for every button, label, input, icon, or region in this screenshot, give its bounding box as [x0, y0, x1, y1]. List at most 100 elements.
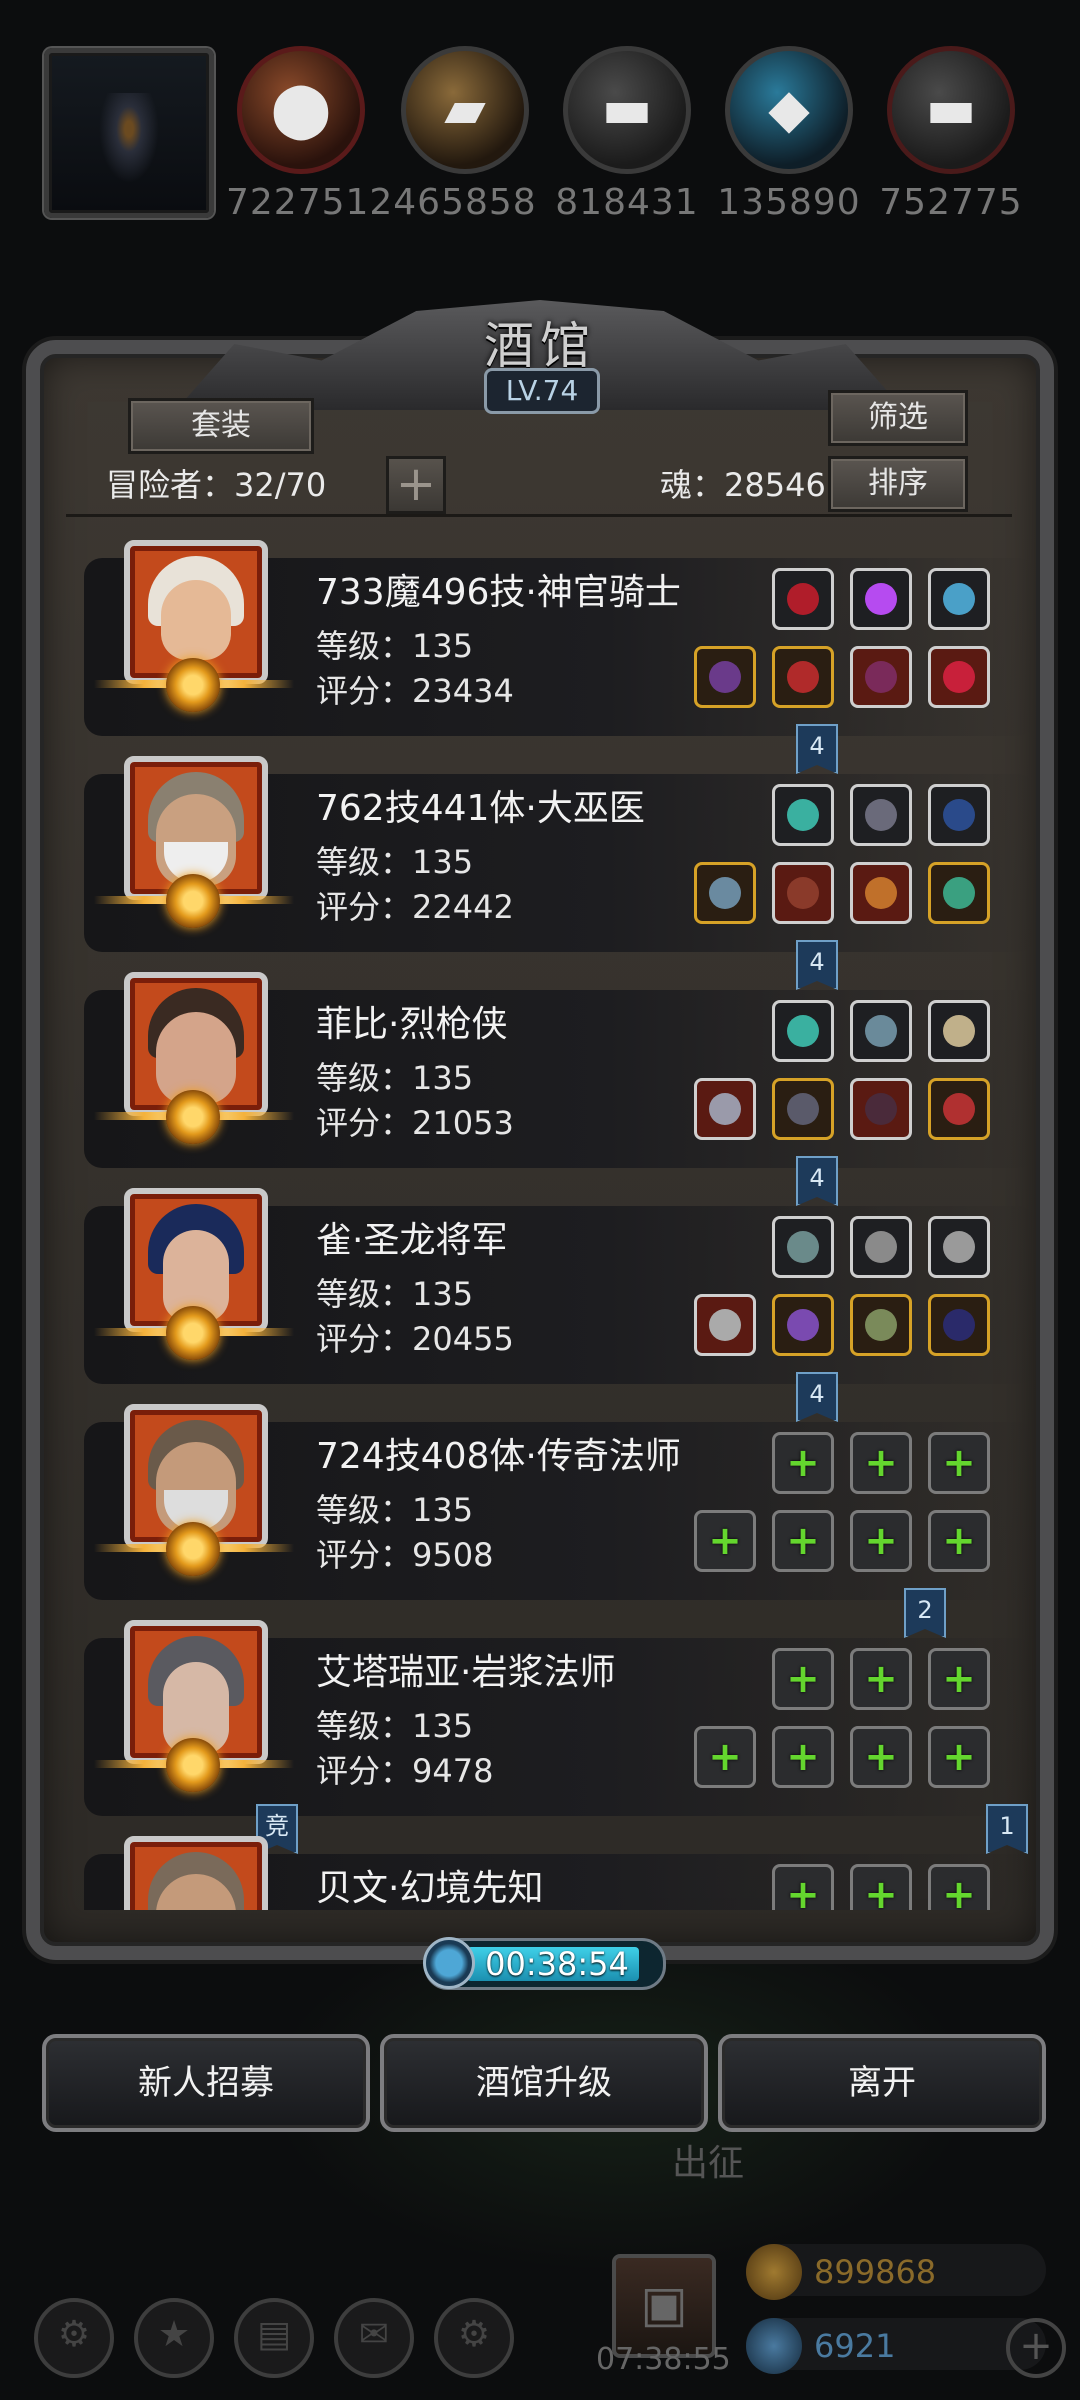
equip-slot[interactable]	[772, 1294, 834, 1356]
equip-slot[interactable]	[850, 862, 912, 924]
filter-button[interactable]: 筛选	[828, 390, 968, 446]
empty-slot[interactable]: +	[928, 1510, 990, 1572]
empty-slot[interactable]: +	[850, 1432, 912, 1494]
iron-icon: ▬	[563, 46, 691, 174]
add-plus-icon: +	[708, 1518, 742, 1564]
equip-slot[interactable]	[850, 646, 912, 708]
equip-slot[interactable]	[928, 646, 990, 708]
adventurer-list[interactable]: 733魔496技·神官骑士 等级：135 评分：23434 4 762技441体…	[46, 518, 1034, 1910]
rank-badge	[166, 1090, 220, 1144]
adventurer-name: 724技408体·传奇法师	[316, 1436, 681, 1477]
equip-slot[interactable]	[850, 1000, 912, 1062]
empty-slot[interactable]: +	[850, 1864, 912, 1910]
empty-slot[interactable]: +	[772, 1510, 834, 1572]
equip-slot[interactable]	[928, 862, 990, 924]
resource-wood[interactable]: ▰ 465858	[390, 46, 540, 223]
bg-settings-icon[interactable]: ⚙	[434, 2298, 514, 2378]
recruit-button[interactable]: 新人招募	[42, 2034, 370, 2132]
equip-slot[interactable]	[772, 784, 834, 846]
equip-slot[interactable]	[772, 1000, 834, 1062]
add-plus-icon: +	[786, 1872, 820, 1910]
goggles-icon	[865, 1015, 897, 1047]
team-tag: 4	[796, 724, 838, 774]
bg-gear-icon[interactable]: ⚙	[34, 2298, 114, 2378]
equip-slot[interactable]	[772, 1216, 834, 1278]
adventurer-row[interactable]: 733魔496技·神官骑士 等级：135 评分：23434 4	[84, 540, 1034, 774]
empty-slot[interactable]: +	[772, 1864, 834, 1910]
ore-icon: ⬤	[237, 46, 365, 174]
sort-button[interactable]: 排序	[828, 456, 968, 512]
adventurer-row[interactable]: 762技441体·大巫医 等级：135 评分：22442 4	[84, 756, 1034, 990]
adventurer-row[interactable]: 雀·圣龙将军 等级：135 评分：20455 4	[84, 1188, 1034, 1422]
equip-slot[interactable]	[694, 646, 756, 708]
bg-book-icon[interactable]: ▤	[234, 2298, 314, 2378]
adventurer-count: 冒险者：32/70	[106, 466, 327, 504]
set-button[interactable]: 套装	[128, 398, 314, 454]
leave-button[interactable]: 离开	[718, 2034, 1046, 2132]
equip-slot[interactable]	[850, 1078, 912, 1140]
equip-slot[interactable]	[772, 862, 834, 924]
expand-capacity-button[interactable]: +	[386, 456, 446, 514]
adventurer-row[interactable]: 菲比·烈枪侠 等级：135 评分：21053 4	[84, 972, 1034, 1206]
adventurer-row[interactable]: 贝文·幻境先知 + + +	[84, 1836, 1034, 1910]
rank-badge	[166, 1522, 220, 1576]
armor-icon	[787, 661, 819, 693]
equip-slot[interactable]	[694, 1294, 756, 1356]
equip-slot[interactable]	[928, 1294, 990, 1356]
adventurer-score: 评分：9508	[316, 1536, 494, 1574]
empty-slot[interactable]: +	[928, 1432, 990, 1494]
resource-ore[interactable]: ⬤ 7227512	[226, 46, 392, 223]
empty-slot[interactable]: +	[928, 1648, 990, 1710]
necklace-icon	[865, 661, 897, 693]
equip-slot[interactable]	[850, 784, 912, 846]
empty-slot[interactable]: +	[772, 1648, 834, 1710]
team-tag: 4	[796, 1156, 838, 1206]
equip-slot[interactable]	[850, 1294, 912, 1356]
add-currency-icon[interactable]: +	[1006, 2318, 1066, 2378]
equip-slot[interactable]	[772, 646, 834, 708]
equip-slot[interactable]	[928, 1000, 990, 1062]
timer-text: 00:38:54	[485, 1945, 629, 1983]
add-plus-icon: +	[786, 1734, 820, 1780]
gold-value: 899868	[814, 2253, 937, 2291]
empty-slot[interactable]: +	[694, 1726, 756, 1788]
adventurer-level: 等级：135	[316, 843, 474, 881]
add-plus-icon: +	[942, 1872, 976, 1910]
gem-value: 6921	[814, 2327, 896, 2365]
empty-slot[interactable]: +	[772, 1726, 834, 1788]
adventurer-row[interactable]: 艾塔瑞亚·岩浆法师 等级：135 评分：9478 + + + + + + + 竞…	[84, 1620, 1034, 1854]
adventurer-level: 等级：135	[316, 1275, 474, 1313]
equip-slot[interactable]	[850, 1216, 912, 1278]
empty-slot[interactable]: +	[772, 1432, 834, 1494]
empty-slot[interactable]: +	[850, 1510, 912, 1572]
bg-star-icon[interactable]: ★	[134, 2298, 214, 2378]
resource-crystal[interactable]: ◆ 135890	[714, 46, 864, 223]
equip-slot[interactable]	[928, 568, 990, 630]
empty-slot[interactable]: +	[850, 1726, 912, 1788]
resource-iron-value: 818431	[555, 182, 699, 223]
bg-mail-icon[interactable]: ✉	[334, 2298, 414, 2378]
equip-slot[interactable]	[928, 784, 990, 846]
adventurer-name: 雀·圣龙将军	[316, 1220, 508, 1261]
equip-slot[interactable]	[772, 568, 834, 630]
armor-icon	[787, 1093, 819, 1125]
player-avatar[interactable]	[44, 48, 214, 218]
equip-slot[interactable]	[772, 1078, 834, 1140]
empty-slot[interactable]: +	[850, 1648, 912, 1710]
equip-slot[interactable]	[928, 1078, 990, 1140]
adventurer-score: 评分：21053	[316, 1104, 514, 1142]
empty-slot[interactable]: +	[694, 1510, 756, 1572]
equip-slot[interactable]	[694, 862, 756, 924]
resource-steel[interactable]: ▬ 752775	[876, 46, 1026, 223]
upgrade-tavern-button[interactable]: 酒馆升级	[380, 2034, 708, 2132]
heart-icon	[943, 1093, 975, 1125]
adventurer-row[interactable]: 724技408体·传奇法师 等级：135 评分：9508 + + + + + +…	[84, 1404, 1034, 1638]
equip-slot[interactable]	[928, 1216, 990, 1278]
equip-slot[interactable]	[850, 568, 912, 630]
empty-slot[interactable]: +	[928, 1864, 990, 1910]
empty-slot[interactable]: +	[928, 1726, 990, 1788]
adventurer-portrait	[124, 1836, 268, 1910]
add-plus-icon: +	[864, 1656, 898, 1702]
equip-slot[interactable]	[694, 1078, 756, 1140]
resource-iron[interactable]: ▬ 818431	[552, 46, 702, 223]
